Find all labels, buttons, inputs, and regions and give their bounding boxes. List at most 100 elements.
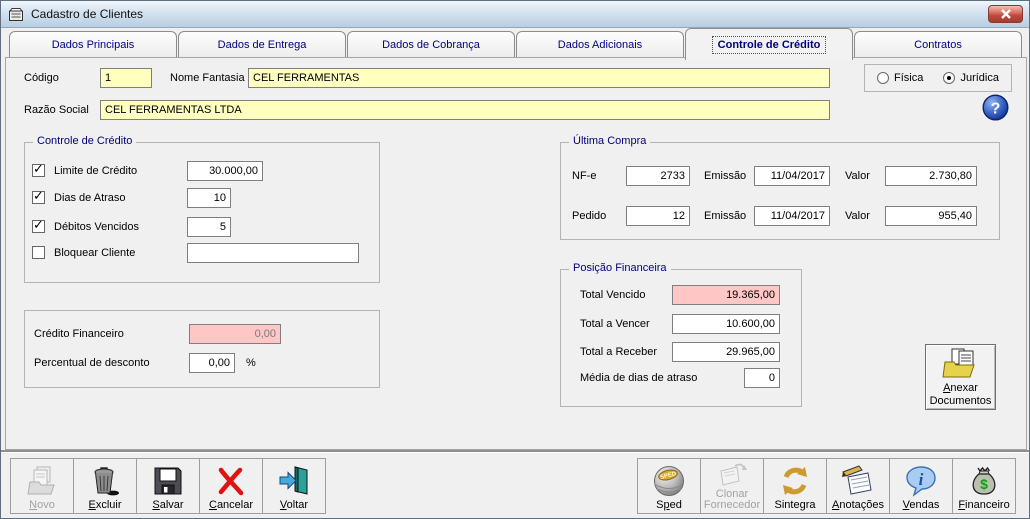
salvar-button[interactable]: Salvar [136, 458, 200, 514]
vendas-button[interactable]: i Vendas [889, 458, 953, 514]
tab-dados-de-cobranca[interactable]: Dados de Cobrança [347, 31, 515, 57]
voltar-button[interactable]: Voltar [262, 458, 326, 514]
clonar-fornecedor-label: Clonar Fornecedor [703, 488, 761, 511]
novo-button[interactable]: Novo [10, 458, 74, 514]
cancelar-button[interactable]: Cancelar [199, 458, 263, 514]
percent-suffix-label: % [246, 357, 256, 369]
window-icon [8, 6, 24, 22]
close-button[interactable] [988, 5, 1023, 23]
toolbar-right-group: SPED Sped Clonar Fornecedor Sintegra Ano… [637, 458, 1016, 514]
codigo-label: Código [24, 72, 59, 84]
valor-pedido-input[interactable] [885, 206, 977, 226]
sped-sphere-icon: SPED [651, 462, 687, 500]
valor-nfe-input[interactable] [885, 166, 977, 186]
ultima-compra-title: Última Compra [569, 135, 651, 147]
total-a-vencer-input[interactable] [672, 314, 780, 334]
money-bag-icon: $ [967, 462, 1001, 500]
tab-dados-adicionais[interactable]: Dados Adicionais [516, 31, 684, 57]
svg-text:?: ? [991, 101, 1001, 118]
codigo-input[interactable] [100, 68, 152, 88]
limite-credito-label: Limite de Crédito [54, 165, 138, 177]
sped-label: Sped [656, 499, 682, 511]
percentual-desconto-label: Percentual de desconto [34, 357, 150, 369]
anotacoes-button[interactable]: Anotações [826, 458, 890, 514]
info-bubble-icon: i [904, 462, 938, 500]
controle-credito-title: Controle de Crédito [33, 135, 137, 147]
toolbar-divider [1, 450, 1029, 453]
limite-credito-checkbox[interactable] [32, 162, 45, 177]
nome-fantasia-label: Nome Fantasia [170, 72, 245, 84]
circular-arrows-icon [778, 462, 812, 500]
pedido-input[interactable] [626, 206, 690, 226]
trash-icon [88, 462, 122, 500]
tab-controle-de-credito[interactable]: Controle de Crédito [685, 28, 853, 60]
sped-button[interactable]: SPED Sped [637, 458, 701, 514]
cancelar-label: Cancelar [208, 499, 254, 511]
valor-pedido-label: Valor [845, 210, 870, 222]
nome-fantasia-input[interactable] [248, 68, 830, 88]
credito-financeiro-label: Crédito Financeiro [34, 328, 124, 340]
total-a-receber-label: Total a Receber [580, 346, 658, 358]
excluir-button[interactable]: Excluir [73, 458, 137, 514]
dias-atraso-input[interactable] [187, 188, 231, 208]
credito-financeiro-input[interactable] [189, 324, 281, 344]
fisica-label: Física [894, 72, 924, 84]
bloquear-cliente-checkbox[interactable] [32, 246, 45, 259]
razao-social-input[interactable] [100, 100, 830, 120]
nfe-label: NF-e [572, 170, 597, 182]
anotacoes-label: Anotações [832, 499, 884, 511]
exit-door-icon [277, 462, 311, 500]
dias-atraso-checkbox[interactable] [32, 189, 45, 204]
juridica-radio[interactable] [943, 72, 956, 84]
novo-label: Novo [29, 499, 55, 511]
sintegra-label: Sintegra [774, 499, 816, 511]
emissao-pedido-input[interactable] [754, 206, 830, 226]
debitos-vencidos-input[interactable] [187, 217, 231, 237]
svg-text:i: i [919, 470, 924, 489]
tab-page-controle-de-credito: Código Nome Fantasia Razão Social Física… [5, 57, 1027, 450]
media-dias-atraso-input[interactable] [744, 368, 780, 388]
toolbar: Novo Excluir Salvar Cancelar Voltar SPED… [1, 454, 1029, 518]
razao-social-label: Razão Social [24, 104, 89, 116]
svg-text:$: $ [980, 476, 988, 492]
total-vencido-input[interactable] [672, 285, 780, 305]
financeiro-button[interactable]: $ Financeiro [952, 458, 1016, 514]
notepad-pencil-icon [840, 462, 876, 500]
titlebar: Cadastro de Clientes [1, 1, 1029, 28]
nfe-input[interactable] [626, 166, 690, 186]
sintegra-button[interactable]: Sintegra [763, 458, 827, 514]
vendas-label: Vendas [902, 499, 940, 511]
clonar-fornecedor-button[interactable]: Clonar Fornecedor [700, 458, 764, 514]
total-a-receber-input[interactable] [672, 342, 780, 362]
close-icon [1000, 9, 1012, 19]
tab-contratos[interactable]: Contratos [854, 31, 1022, 57]
debitos-vencidos-checkbox[interactable] [32, 218, 45, 233]
dias-atraso-label: Dias de Atraso [54, 192, 126, 204]
folder-documents-icon [941, 347, 980, 379]
valor-nfe-label: Valor [845, 170, 870, 182]
financeiro-label: Financeiro [958, 499, 1010, 511]
anexar-documentos-button[interactable]: Anexar Documentos [925, 344, 996, 410]
new-record-icon [25, 462, 59, 500]
toolbar-left-group: Novo Excluir Salvar Cancelar Voltar [10, 458, 326, 514]
pessoa-tipo-group: Física Jurídica [864, 64, 1012, 92]
tab-dados-principais[interactable]: Dados Principais [9, 31, 177, 57]
percentual-desconto-input[interactable] [189, 353, 235, 373]
posicao-financeira-title: Posição Financeira [569, 262, 671, 274]
emissao-nfe-input[interactable] [754, 166, 830, 186]
clone-sheets-icon [715, 463, 749, 489]
voltar-label: Voltar [279, 499, 309, 511]
debitos-vencidos-label: Débitos Vencidos [54, 221, 139, 233]
anexar-label-line2: Documentos [929, 395, 992, 407]
help-icon: ? [982, 94, 1009, 121]
bloquear-cliente-label: Bloquear Cliente [54, 247, 136, 259]
fisica-radio[interactable] [877, 72, 889, 84]
emissao-pedido-label: Emissão [704, 210, 747, 222]
tabstrip: Dados Principais Dados de Entrega Dados … [9, 28, 1023, 60]
tab-dados-de-entrega[interactable]: Dados de Entrega [178, 31, 346, 57]
bloquear-cliente-input[interactable] [187, 243, 359, 263]
excluir-label: Excluir [88, 499, 122, 511]
floppy-disk-icon [151, 462, 185, 500]
help-button[interactable]: ? [982, 94, 1009, 121]
limite-credito-input[interactable] [187, 161, 263, 181]
